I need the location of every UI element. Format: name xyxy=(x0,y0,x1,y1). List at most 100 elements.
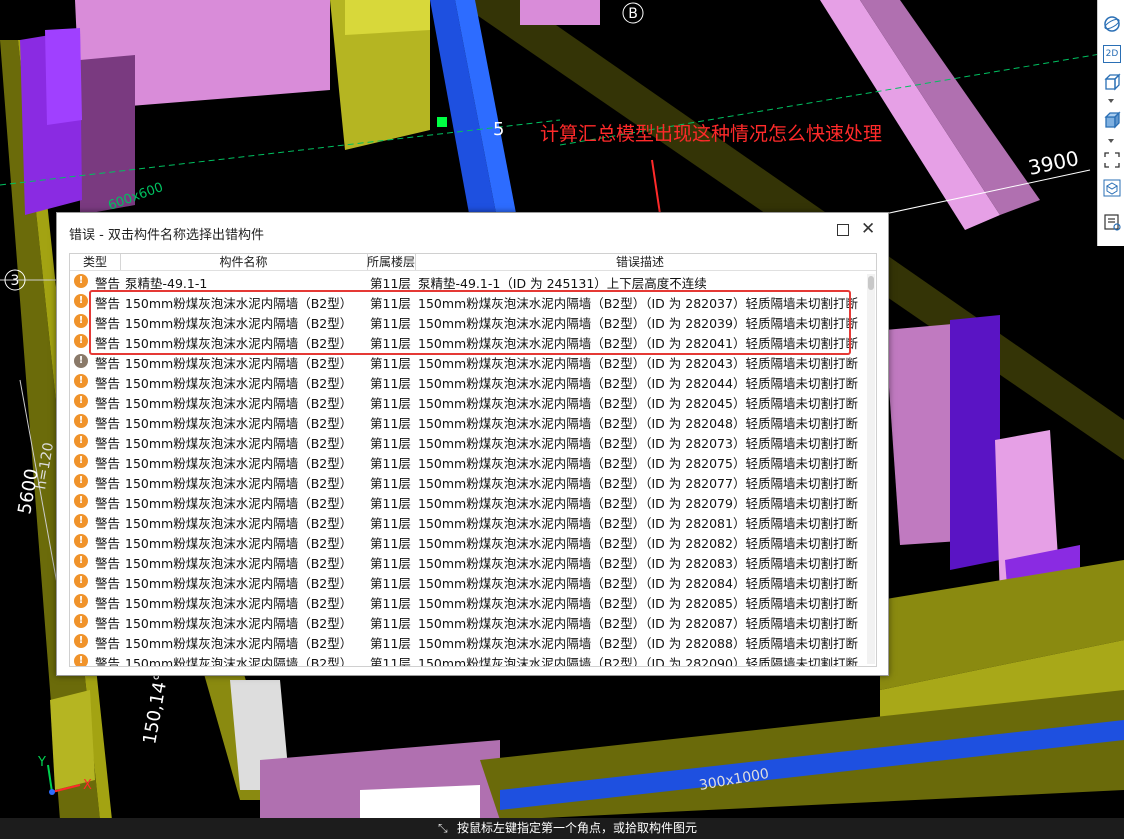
cell-name[interactable]: 150mm粉煤灰泡沫水泥内隔墙（B2型） xyxy=(125,414,352,434)
warning-icon: ! xyxy=(74,414,88,428)
cell-name[interactable]: 150mm粉煤灰泡沫水泥内隔墙（B2型） xyxy=(125,514,352,534)
table-row[interactable]: ! 警告 150mm粉煤灰泡沫水泥内隔墙（B2型） 第11层 150mm粉煤灰泡沫水泥内… xyxy=(70,574,865,594)
cursor-pick-icon: ⤡ xyxy=(438,821,448,835)
axis-x-label: X xyxy=(83,778,92,793)
table-row[interactable]: ! 警告 150mm粉煤灰泡沫水泥内隔墙（B2型） 第11层 150mm粉煤灰泡沫水泥内… xyxy=(70,434,865,454)
cell-name[interactable]: 150mm粉煤灰泡沫水泥内隔墙（B2型） xyxy=(125,454,352,474)
vertical-scrollbar[interactable] xyxy=(867,274,875,664)
table-row[interactable]: ! 警告 150mm粉煤灰泡沫水泥内隔墙（B2型） 第11层 150mm粉煤灰泡沫水泥内… xyxy=(70,654,865,667)
cell-desc: 150mm粉煤灰泡沫水泥内隔墙（B2型）（ID 为 282082）轻质隔墙未切割… xyxy=(418,536,858,551)
warning-icon: ! xyxy=(74,274,88,288)
cell-floor: 第11层 xyxy=(370,416,411,431)
3d-solid-box-icon[interactable] xyxy=(1102,110,1122,130)
cell-type: 警告 xyxy=(95,356,121,371)
2d-view-icon[interactable]: 2D xyxy=(1103,45,1121,63)
cell-floor: 第11层 xyxy=(370,616,411,631)
cell-name[interactable]: 150mm粉煤灰泡沫水泥内隔墙（B2型） xyxy=(125,394,352,414)
warning-icon: ! xyxy=(74,654,88,666)
cell-desc: 150mm粉煤灰泡沫水泥内隔墙（B2型）（ID 为 282077）轻质隔墙未切割… xyxy=(418,476,858,491)
cell-desc: 150mm粉煤灰泡沫水泥内隔墙（B2型）（ID 为 282083）轻质隔墙未切割… xyxy=(418,556,858,571)
warning-icon: ! xyxy=(74,554,88,568)
cell-name[interactable]: 150mm粉煤灰泡沫水泥内隔墙（B2型） xyxy=(125,434,352,454)
cell-floor: 第11层 xyxy=(370,456,411,471)
table-row[interactable]: ! 警告 150mm粉煤灰泡沫水泥内隔墙（B2型） 第11层 150mm粉煤灰泡沫水泥内… xyxy=(70,414,865,434)
warning-icon: ! xyxy=(74,594,88,608)
chevron-down-icon[interactable] xyxy=(1108,139,1114,143)
cell-type: 警告 xyxy=(95,556,121,571)
cell-desc: 150mm粉煤灰泡沫水泥内隔墙（B2型）（ID 为 282045）轻质隔墙未切割… xyxy=(418,396,858,411)
cell-desc: 150mm粉煤灰泡沫水泥内隔墙（B2型）（ID 为 282090）轻质隔墙未切割… xyxy=(418,656,858,667)
warning-icon: ! xyxy=(74,334,88,348)
close-icon[interactable]: ✕ xyxy=(861,219,875,239)
cell-name[interactable]: 150mm粉煤灰泡沫水泥内隔墙（B2型） xyxy=(125,554,352,574)
table-row[interactable]: ! 警告 150mm粉煤灰泡沫水泥内隔墙（B2型） 第11层 150mm粉煤灰泡沫水泥内… xyxy=(70,554,865,574)
warning-icon: ! xyxy=(74,574,88,588)
cell-floor: 第11层 xyxy=(370,656,411,667)
cell-name[interactable]: 150mm粉煤灰泡沫水泥内隔墙（B2型） xyxy=(125,354,352,374)
cell-name[interactable]: 150mm粉煤灰泡沫水泥内隔墙（B2型） xyxy=(125,474,352,494)
cell-name[interactable]: 150mm粉煤灰泡沫水泥内隔墙（B2型） xyxy=(125,654,352,666)
warning-icon: ! xyxy=(74,634,88,648)
chevron-down-icon[interactable] xyxy=(1108,99,1114,103)
warning-icon: ! xyxy=(74,294,88,308)
cell-floor: 第11层 xyxy=(370,596,411,611)
cell-desc: 150mm粉煤灰泡沫水泥内隔墙（B2型）（ID 为 282079）轻质隔墙未切割… xyxy=(418,496,858,511)
cell-name[interactable]: 150mm粉煤灰泡沫水泥内隔墙（B2型） xyxy=(125,594,352,614)
axis-label-5: 5 xyxy=(493,119,504,140)
cell-desc: 150mm粉煤灰泡沫水泥内隔墙（B2型）（ID 为 282081）轻质隔墙未切割… xyxy=(418,516,858,531)
table-row[interactable]: ! 警告 150mm粉煤灰泡沫水泥内隔墙（B2型） 第11层 150mm粉煤灰泡沫水泥内… xyxy=(70,394,865,414)
annotation-question: 计算汇总模型出现这种情况怎么快速处理 xyxy=(540,123,883,145)
cell-type: 警告 xyxy=(95,456,121,471)
table-row[interactable]: ! 警告 150mm粉煤灰泡沫水泥内隔墙（B2型） 第11层 150mm粉煤灰泡沫水泥内… xyxy=(70,354,865,374)
column-header-type[interactable]: 类型 xyxy=(70,254,121,270)
column-header-floor[interactable]: 所属楼层 xyxy=(367,254,416,270)
axis-y-label: Y xyxy=(37,755,46,770)
maximize-icon[interactable] xyxy=(837,224,849,236)
table-row[interactable]: ! 警告 150mm粉煤灰泡沫水泥内隔墙（B2型） 第11层 150mm粉煤灰泡沫水泥内… xyxy=(70,514,865,534)
cell-name[interactable]: 150mm粉煤灰泡沫水泥内隔墙（B2型） xyxy=(125,634,352,654)
table-row[interactable]: ! 警告 150mm粉煤灰泡沫水泥内隔墙（B2型） 第11层 150mm粉煤灰泡沫水泥内… xyxy=(70,614,865,634)
warning-icon: ! xyxy=(74,434,88,448)
cell-floor: 第11层 xyxy=(370,396,411,411)
3d-box-icon[interactable] xyxy=(1102,72,1122,92)
cell-type: 警告 xyxy=(95,436,121,451)
cell-type: 警告 xyxy=(95,576,121,591)
table-row[interactable]: ! 警告 150mm粉煤灰泡沫水泥内隔墙（B2型） 第11层 150mm粉煤灰泡沫水泥内… xyxy=(70,494,865,514)
table-row[interactable]: ! 警告 150mm粉煤灰泡沫水泥内隔墙（B2型） 第11层 150mm粉煤灰泡沫水泥内… xyxy=(70,594,865,614)
table-row[interactable]: ! 警告 150mm粉煤灰泡沫水泥内隔墙（B2型） 第11层 150mm粉煤灰泡沫水泥内… xyxy=(70,474,865,494)
cell-desc: 150mm粉煤灰泡沫水泥内隔墙（B2型）（ID 为 282087）轻质隔墙未切割… xyxy=(418,616,858,631)
warning-icon: ! xyxy=(74,494,88,508)
table-row[interactable]: ! 警告 150mm粉煤灰泡沫水泥内隔墙（B2型） 第11层 150mm粉煤灰泡沫水泥内… xyxy=(70,534,865,554)
scrollbar-thumb[interactable] xyxy=(868,276,874,290)
cell-name[interactable]: 150mm粉煤灰泡沫水泥内隔墙（B2型） xyxy=(125,574,352,594)
properties-view-icon[interactable] xyxy=(1102,212,1122,232)
cell-name[interactable]: 150mm粉煤灰泡沫水泥内隔墙（B2型） xyxy=(125,534,352,554)
table-row[interactable]: ! 警告 150mm粉煤灰泡沫水泥内隔墙（B2型） 第11层 150mm粉煤灰泡沫水泥内… xyxy=(70,454,865,474)
cell-type: 警告 xyxy=(95,656,121,667)
column-header-name[interactable]: 构件名称 xyxy=(120,254,368,270)
warning-icon: ! xyxy=(74,314,88,328)
column-header-desc[interactable]: 错误描述 xyxy=(415,254,865,270)
cell-type: 警告 xyxy=(95,596,121,611)
cell-floor: 第11层 xyxy=(370,516,411,531)
table-row[interactable]: ! 警告 150mm粉煤灰泡沫水泥内隔墙（B2型） 第11层 150mm粉煤灰泡沫水泥内… xyxy=(70,634,865,654)
cell-desc: 150mm粉煤灰泡沫水泥内隔墙（B2型）（ID 为 282043）轻质隔墙未切割… xyxy=(418,356,858,371)
table-row[interactable]: ! 警告 150mm粉煤灰泡沫水泥内隔墙（B2型） 第11层 150mm粉煤灰泡沫水泥内… xyxy=(70,374,865,394)
fullscreen-icon[interactable] xyxy=(1102,150,1122,170)
warning-icon: ! xyxy=(74,474,88,488)
orbit-icon[interactable] xyxy=(1102,14,1122,34)
cell-type: 警告 xyxy=(95,496,121,511)
cube-select-icon[interactable] xyxy=(1102,178,1122,198)
cell-desc: 150mm粉煤灰泡沫水泥内隔墙（B2型）（ID 为 282088）轻质隔墙未切割… xyxy=(418,636,858,651)
cell-name[interactable]: 150mm粉煤灰泡沫水泥内隔墙（B2型） xyxy=(125,494,352,514)
cell-name[interactable]: 150mm粉煤灰泡沫水泥内隔墙（B2型） xyxy=(125,614,352,634)
warning-icon: ! xyxy=(74,614,88,628)
view-toolbar: 2D xyxy=(1097,0,1124,246)
warning-icon: ! xyxy=(74,534,88,548)
cell-name[interactable]: 150mm粉煤灰泡沫水泥内隔墙（B2型） xyxy=(125,374,352,394)
cell-floor: 第11层 xyxy=(370,636,411,651)
cell-type: 警告 xyxy=(95,476,121,491)
table-header: 类型 构件名称 所属楼层 错误描述 xyxy=(70,254,876,271)
cell-floor: 第11层 xyxy=(370,496,411,511)
cell-type: 警告 xyxy=(95,396,121,411)
